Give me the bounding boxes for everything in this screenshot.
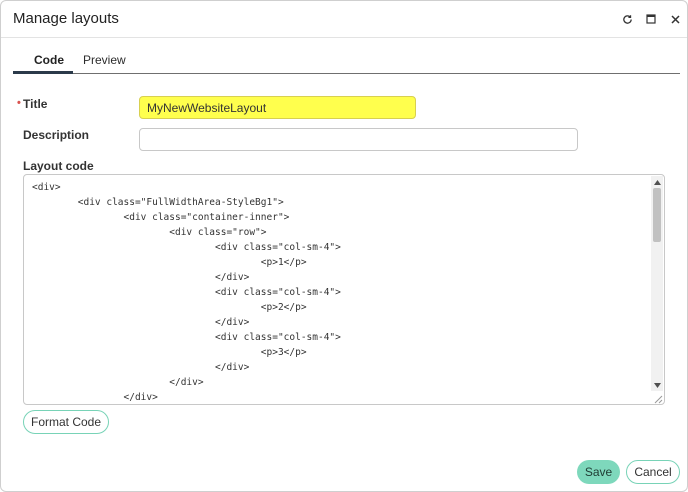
cancel-button[interactable]: Cancel: [626, 460, 680, 484]
code-line: </div>: [32, 392, 158, 403]
dialog-header: Manage layouts: [1, 1, 687, 38]
maximize-icon: [646, 14, 656, 24]
close-icon: [670, 14, 680, 24]
layout-code-editor[interactable]: <div> <div class="FullWidthArea-StyleBg1…: [23, 174, 665, 405]
code-line: <p>2</p>: [32, 302, 307, 313]
maximize-button[interactable]: [643, 11, 659, 27]
description-input[interactable]: [139, 128, 578, 151]
code-line: <div class="row">: [32, 227, 267, 238]
format-code-button[interactable]: Format Code: [23, 410, 109, 434]
manage-layouts-dialog: Manage layouts Code Preview • Title Desc…: [0, 0, 688, 492]
refresh-button[interactable]: [619, 11, 635, 27]
code-line: <div class="FullWidthArea-StyleBg1">: [32, 197, 284, 208]
code-scrollbar[interactable]: [651, 176, 663, 391]
layout-code-label: Layout code: [23, 159, 94, 173]
title-input[interactable]: [139, 96, 416, 119]
code-line: <div class="col-sm-4">: [32, 287, 341, 298]
tab-bar: Code Preview: [13, 49, 680, 74]
dialog-title: Manage layouts: [13, 10, 119, 27]
title-label: Title: [23, 97, 48, 111]
scroll-down-icon[interactable]: [651, 380, 663, 390]
code-line: </div>: [32, 272, 250, 283]
code-line: </div>: [32, 377, 204, 388]
code-line: <p>3</p>: [32, 347, 307, 358]
code-line: <div class="container-inner">: [32, 212, 290, 223]
scroll-thumb[interactable]: [653, 188, 661, 242]
code-line: <p>1</p>: [32, 257, 307, 268]
resize-handle-icon[interactable]: [651, 391, 663, 404]
scroll-up-icon[interactable]: [651, 177, 663, 187]
tab-preview[interactable]: Preview: [83, 53, 126, 67]
code-line: </div>: [32, 317, 250, 328]
active-tab-indicator: [13, 71, 73, 74]
code-line: <div>: [32, 182, 61, 193]
refresh-icon: [622, 14, 632, 24]
code-line: <div class="col-sm-4">: [32, 242, 341, 253]
code-line: <div class="col-sm-4">: [32, 332, 341, 343]
close-button[interactable]: [667, 11, 683, 27]
code-line: </div>: [32, 362, 250, 373]
required-marker: •: [17, 97, 21, 109]
tab-code[interactable]: Code: [34, 53, 64, 67]
save-button[interactable]: Save: [577, 460, 620, 484]
description-label: Description: [23, 128, 90, 142]
code-content: <div> <div class="FullWidthArea-StyleBg1…: [32, 180, 341, 404]
